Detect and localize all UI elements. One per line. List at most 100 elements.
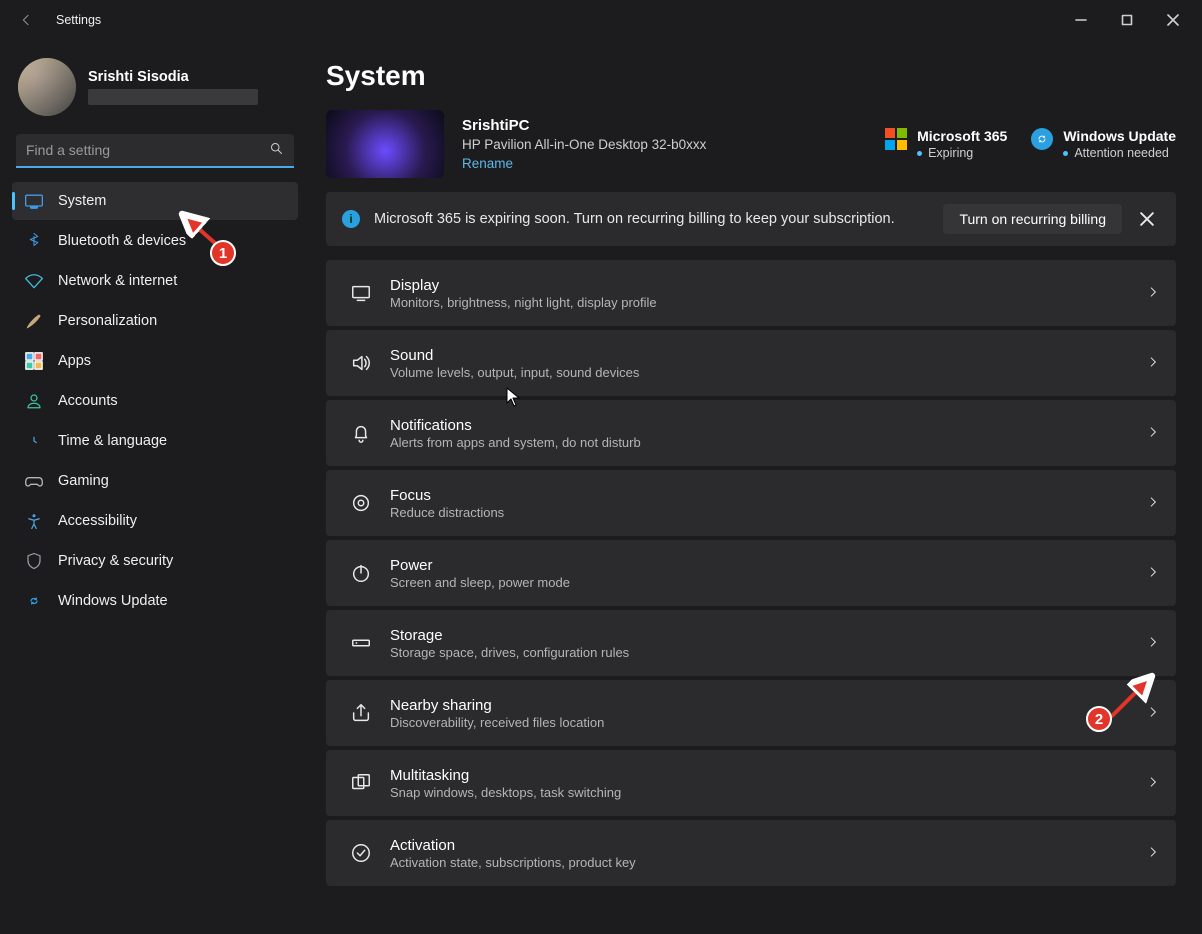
nav-label: Apps [58, 353, 91, 369]
sidebar-item-accessibility[interactable]: Accessibility [12, 502, 298, 540]
wifi-icon [24, 271, 44, 291]
ms365-banner: i Microsoft 365 is expiring soon. Turn o… [326, 192, 1176, 246]
accessibility-icon [24, 511, 44, 531]
card-multitasking[interactable]: MultitaskingSnap windows, desktops, task… [326, 750, 1176, 816]
annotation-badge-2: 2 [1086, 706, 1112, 732]
card-title: Power [390, 557, 570, 574]
nav-label: Bluetooth & devices [58, 233, 186, 249]
main-panel: System SrishtiPC HP Pavilion All-in-One … [310, 40, 1202, 934]
sync-icon [24, 591, 44, 611]
avatar [18, 58, 76, 116]
system-icon [24, 191, 44, 211]
rename-link[interactable]: Rename [462, 156, 513, 171]
wupdate-status-card[interactable]: Windows Update Attention needed [1031, 128, 1176, 160]
ms365-status-card[interactable]: Microsoft 365 Expiring [885, 128, 1007, 160]
nav-label: Time & language [58, 433, 167, 449]
minimize-button[interactable] [1058, 0, 1104, 40]
card-title: Storage [390, 627, 629, 644]
nav-label: Network & internet [58, 273, 177, 289]
card-title: Display [390, 277, 657, 294]
chevron-right-icon [1146, 775, 1160, 792]
sidebar-item-apps[interactable]: Apps [12, 342, 298, 380]
dismiss-banner-button[interactable] [1130, 202, 1164, 236]
settings-card-list: DisplayMonitors, brightness, night light… [326, 260, 1176, 886]
card-sub: Discoverability, received files location [390, 715, 604, 730]
search-box[interactable] [16, 134, 294, 168]
nav-label: Gaming [58, 473, 109, 489]
focus-icon [342, 492, 380, 514]
sidebar-item-bluetooth[interactable]: Bluetooth & devices [12, 222, 298, 260]
back-button[interactable] [10, 4, 42, 36]
card-title: Nearby sharing [390, 697, 604, 714]
card-sound[interactable]: SoundVolume levels, output, input, sound… [326, 330, 1176, 396]
bluetooth-icon [24, 231, 44, 251]
banner-message: Microsoft 365 is expiring soon. Turn on … [374, 211, 895, 227]
card-sub: Screen and sleep, power mode [390, 575, 570, 590]
card-power[interactable]: PowerScreen and sleep, power mode [326, 540, 1176, 606]
annotation-badge-1: 1 [210, 240, 236, 266]
status-dot-icon [917, 151, 922, 156]
sidebar-item-personalization[interactable]: Personalization [12, 302, 298, 340]
card-sub: Alerts from apps and system, do not dist… [390, 435, 641, 450]
close-button[interactable] [1150, 0, 1196, 40]
user-email-redacted [88, 89, 258, 105]
card-title: Notifications [390, 417, 641, 434]
multitask-icon [342, 772, 380, 794]
sidebar-item-accounts[interactable]: Accounts [12, 382, 298, 420]
card-title: Sound [390, 347, 639, 364]
sidebar-item-network[interactable]: Network & internet [12, 262, 298, 300]
window-title: Settings [56, 13, 101, 27]
bell-icon [342, 422, 380, 444]
card-sub: Reduce distractions [390, 505, 504, 520]
chevron-right-icon [1146, 565, 1160, 582]
card-sub: Storage space, drives, configuration rul… [390, 645, 629, 660]
nav-label: Privacy & security [58, 553, 173, 569]
chevron-right-icon [1146, 635, 1160, 652]
window-controls [1058, 0, 1196, 40]
desktop-thumbnail[interactable] [326, 110, 444, 178]
card-focus[interactable]: FocusReduce distractions [326, 470, 1176, 536]
card-sub: Volume levels, output, input, sound devi… [390, 365, 639, 380]
card-title: Multitasking [390, 767, 621, 784]
chevron-right-icon [1146, 495, 1160, 512]
check-circle-icon [342, 842, 380, 864]
sidebar-item-system[interactable]: System [12, 182, 298, 220]
ms365-heading: Microsoft 365 [917, 128, 1007, 144]
sidebar-item-gaming[interactable]: Gaming [12, 462, 298, 500]
card-sub: Activation state, subscriptions, product… [390, 855, 636, 870]
ms365-sub: Expiring [928, 146, 973, 160]
title-bar: Settings [0, 0, 1202, 40]
sidebar-item-time[interactable]: Time & language [12, 422, 298, 460]
page-title: System [326, 60, 1176, 92]
sound-icon [342, 352, 380, 374]
card-display[interactable]: DisplayMonitors, brightness, night light… [326, 260, 1176, 326]
turn-on-billing-button[interactable]: Turn on recurring billing [943, 204, 1122, 234]
apps-icon [24, 351, 44, 371]
display-icon [342, 282, 380, 304]
share-icon [342, 702, 380, 724]
status-dot-icon [1063, 151, 1068, 156]
account-row[interactable]: Srishti Sisodia [12, 50, 298, 128]
nav-label: Windows Update [58, 593, 168, 609]
card-storage[interactable]: StorageStorage space, drives, configurat… [326, 610, 1176, 676]
search-input[interactable] [26, 142, 269, 158]
gaming-icon [24, 471, 44, 491]
card-notifications[interactable]: NotificationsAlerts from apps and system… [326, 400, 1176, 466]
chevron-right-icon [1146, 705, 1160, 722]
pc-name: SrishtiPC [462, 117, 706, 134]
card-nearby-sharing[interactable]: Nearby sharingDiscoverability, received … [326, 680, 1176, 746]
card-title: Activation [390, 837, 636, 854]
search-icon [269, 141, 284, 159]
card-sub: Monitors, brightness, night light, displ… [390, 295, 657, 310]
sidebar-item-privacy[interactable]: Privacy & security [12, 542, 298, 580]
sync-icon [1031, 128, 1053, 150]
shield-icon [24, 551, 44, 571]
sidebar: Srishti Sisodia System Bluetooth & devic… [0, 40, 310, 934]
maximize-button[interactable] [1104, 0, 1150, 40]
card-activation[interactable]: ActivationActivation state, subscription… [326, 820, 1176, 886]
pc-info-row: SrishtiPC HP Pavilion All-in-One Desktop… [326, 106, 1176, 192]
wupdate-heading: Windows Update [1063, 128, 1176, 144]
chevron-right-icon [1146, 425, 1160, 442]
sidebar-item-update[interactable]: Windows Update [12, 582, 298, 620]
person-icon [24, 391, 44, 411]
